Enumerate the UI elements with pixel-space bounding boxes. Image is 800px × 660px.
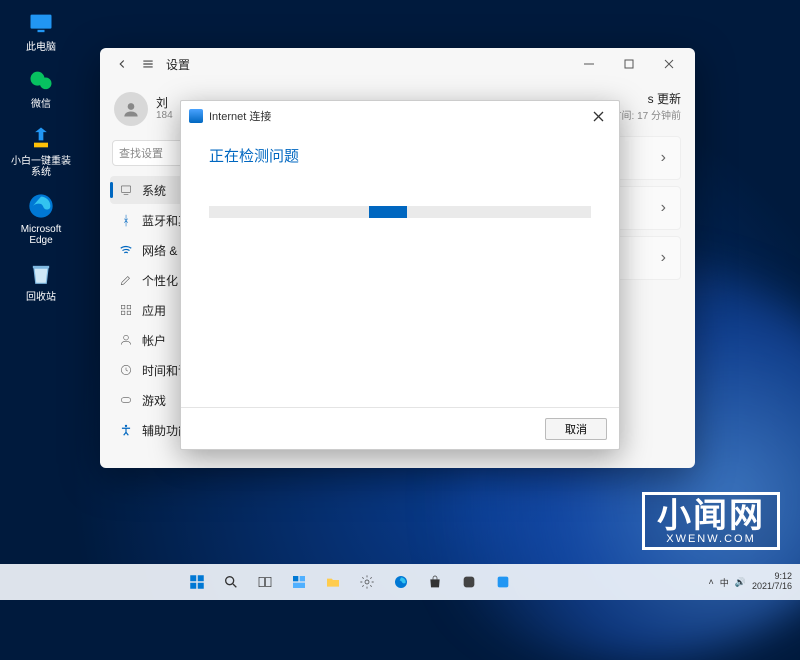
ime-icon[interactable]: 中 [720,576,729,589]
desktop-icon-xiaobai[interactable]: 小白一键重装系统 [10,122,72,178]
widgets-button[interactable] [284,567,314,597]
desktop-icon-label: 回收站 [26,292,56,303]
wifi-icon [118,242,134,258]
media-app-button[interactable] [454,567,484,597]
bluetooth-icon: ᚼ [118,212,134,228]
watermark-title: 小闻网 [657,499,765,533]
task-view-button[interactable] [250,567,280,597]
troubleshooter-dialog: Internet 连接 正在检测问题 取消 [180,100,620,450]
window-title: 设置 [166,56,190,73]
desktop-icon-wechat[interactable]: 微信 [10,65,72,110]
watermark-url: XWENW.COM [657,533,765,545]
dialog-heading: 正在检测问题 [209,145,591,166]
nav-label: 帐户 [142,332,166,349]
update-title: s 更新 [612,90,681,107]
nav-label: 系统 [142,182,166,199]
wechat-icon [25,65,57,97]
chevron-right-icon: › [661,199,666,217]
desktop-icon-label: 微信 [31,99,51,110]
progress-bar [209,206,591,218]
update-subtitle: 时间: 17 分钟前 [612,107,681,122]
gamepad-icon [118,392,134,408]
apps-icon [118,302,134,318]
dialog-title: Internet 连接 [209,108,271,124]
minimize-button[interactable] [569,48,609,80]
dialog-close-button[interactable] [585,103,611,129]
taskbar-center [0,567,700,597]
chevron-right-icon: › [661,249,666,267]
search-button[interactable] [216,567,246,597]
desktop-icon-recycle-bin[interactable]: 回收站 [10,258,72,303]
window-titlebar[interactable]: 设置 [100,48,695,80]
desktop-background: 此电脑 微信 小白一键重装系统 Microsoft Edge 回收站 [0,0,800,600]
desktop-icon-label: 此电脑 [26,42,56,53]
volume-icon[interactable]: 🔊 [735,577,746,588]
brush-icon [118,272,134,288]
explorer-button[interactable] [318,567,348,597]
edge-button[interactable] [386,567,416,597]
dialog-titlebar[interactable]: Internet 连接 [181,101,619,131]
desktop-icon-this-pc[interactable]: 此电脑 [10,8,72,53]
desktop-icon-edge[interactable]: Microsoft Edge [10,190,72,246]
desktop-icon-label: Microsoft Edge [10,224,72,246]
nav-label: 个性化 [142,272,178,289]
avatar-icon [114,92,148,126]
dialog-footer: 取消 [181,407,619,449]
maximize-button[interactable] [609,48,649,80]
clock[interactable]: 9:12 2021/7/16 [752,572,792,592]
recycle-bin-icon [25,258,57,290]
settings-button[interactable] [352,567,382,597]
menu-icon[interactable] [140,56,156,72]
progress-indicator [369,206,407,218]
nav-label: 应用 [142,302,166,319]
windows-update-status[interactable]: s 更新 时间: 17 分钟前 [612,90,681,122]
user-text: 刘 184 [156,96,173,122]
taskbar: ˄ 中 🔊 9:12 2021/7/16 [0,564,800,600]
taskbar-tray[interactable]: ˄ 中 🔊 9:12 2021/7/16 [700,572,800,592]
close-button[interactable] [649,48,689,80]
person-icon [118,332,134,348]
edge-icon [25,190,57,222]
user-sub: 184 [156,110,173,122]
monitor-icon [25,8,57,40]
store-button[interactable] [420,567,450,597]
date-text: 2021/7/16 [752,582,792,592]
nav-label: 游戏 [142,392,166,409]
back-icon[interactable] [114,56,130,72]
chevron-right-icon: › [661,149,666,167]
desktop-icons: 此电脑 微信 小白一键重装系统 Microsoft Edge 回收站 [10,8,72,303]
diagnostic-icon [189,109,203,123]
start-button[interactable] [182,567,212,597]
titlebar-left: 设置 [106,56,190,73]
accessibility-icon [118,422,134,438]
system-icon [118,182,134,198]
dialog-body: 正在检测问题 [181,131,619,407]
cancel-button[interactable]: 取消 [545,418,607,440]
app-button[interactable] [488,567,518,597]
reinstall-icon [25,122,57,154]
clock-icon [118,362,134,378]
search-placeholder: 查找设置 [119,145,163,161]
chevron-up-icon[interactable]: ˄ [708,577,713,587]
desktop-icon-label: 小白一键重装系统 [10,156,72,178]
watermark: 小闻网 XWENW.COM [642,492,780,550]
user-name: 刘 [156,96,173,110]
